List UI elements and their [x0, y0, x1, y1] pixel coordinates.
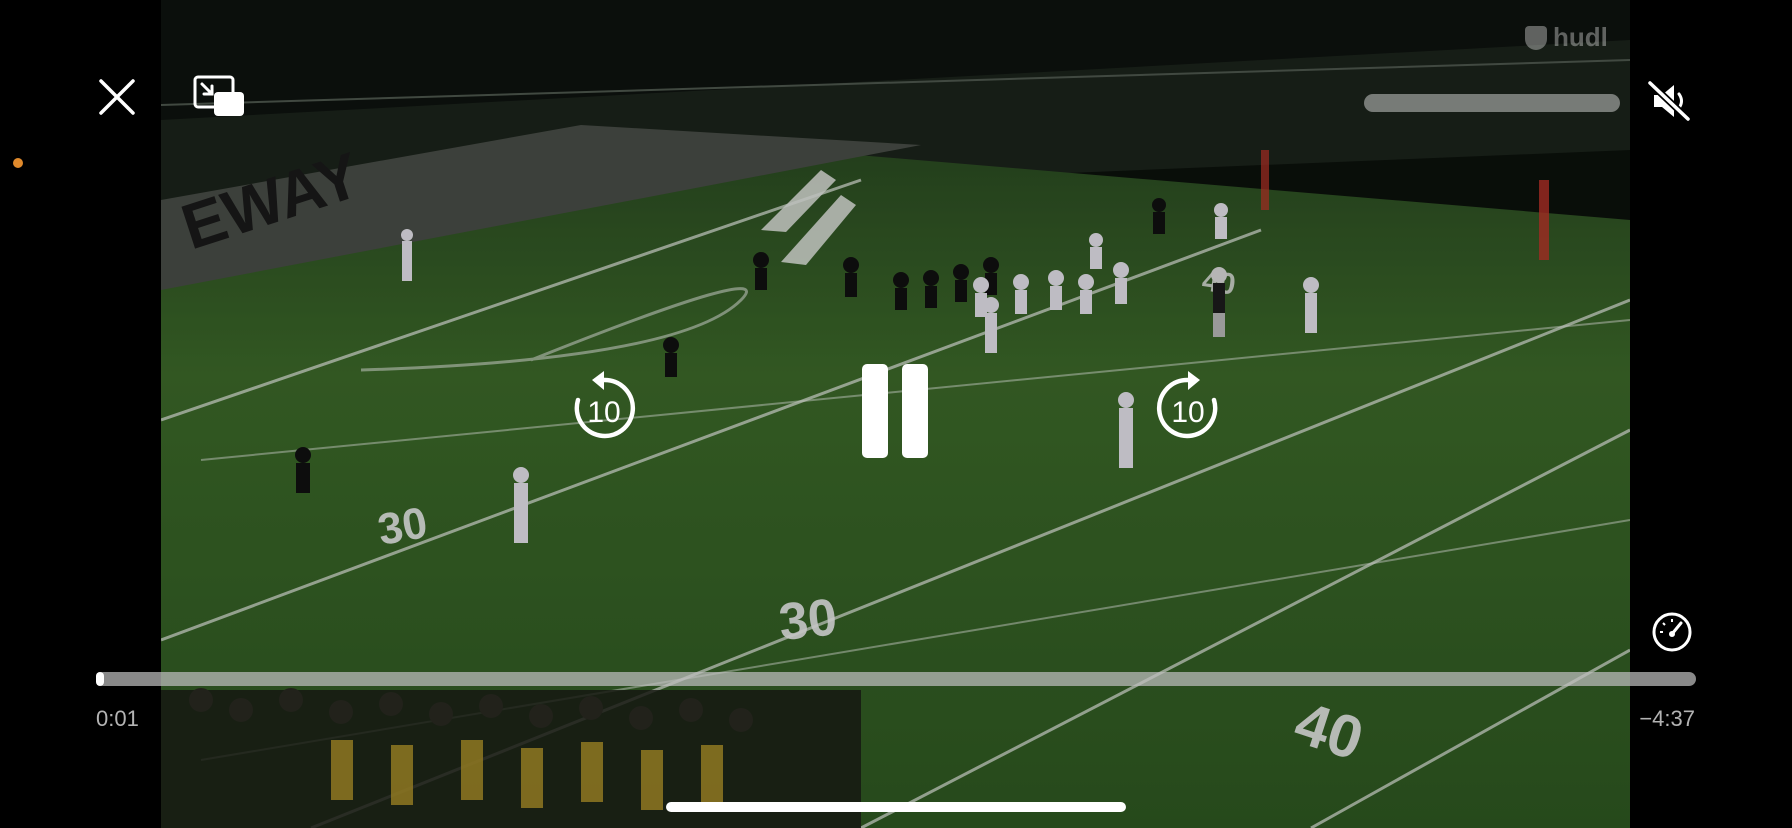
pause-bar [862, 364, 888, 458]
watermark-text: hudl [1553, 22, 1608, 52]
close-button[interactable] [96, 76, 138, 118]
mute-button[interactable] [1646, 79, 1692, 123]
forward-10-button[interactable]: 10 [1150, 370, 1226, 446]
video-player: EWAY 30 30 40 40 [0, 0, 1792, 828]
playback-speed-icon [1652, 612, 1692, 652]
close-icon [99, 79, 135, 115]
home-indicator[interactable] [666, 802, 1126, 812]
speaker-muted-icon [1646, 79, 1692, 123]
hudl-logo-icon [1525, 25, 1547, 50]
rewind-10-icon: 10 [574, 371, 636, 439]
indicator-dot [13, 158, 23, 168]
picture-in-picture-icon [193, 75, 244, 116]
picture-in-picture-button[interactable] [192, 74, 248, 120]
playback-speed-button[interactable] [1650, 610, 1694, 654]
volume-slider[interactable] [1364, 94, 1620, 112]
hudl-watermark: hudl [1525, 22, 1608, 53]
elapsed-time: 0:01 [96, 706, 139, 731]
pause-button[interactable] [860, 364, 930, 458]
pause-bar [902, 364, 928, 458]
remaining-time: −4:37 [1639, 706, 1695, 731]
rewind-seconds-label: 10 [587, 396, 620, 429]
progress-fill [96, 672, 104, 686]
rewind-10-button[interactable]: 10 [566, 370, 642, 446]
forward-10-icon: 10 [1156, 371, 1218, 439]
progress-scrubber[interactable] [96, 672, 1696, 686]
forward-seconds-label: 10 [1171, 396, 1204, 429]
